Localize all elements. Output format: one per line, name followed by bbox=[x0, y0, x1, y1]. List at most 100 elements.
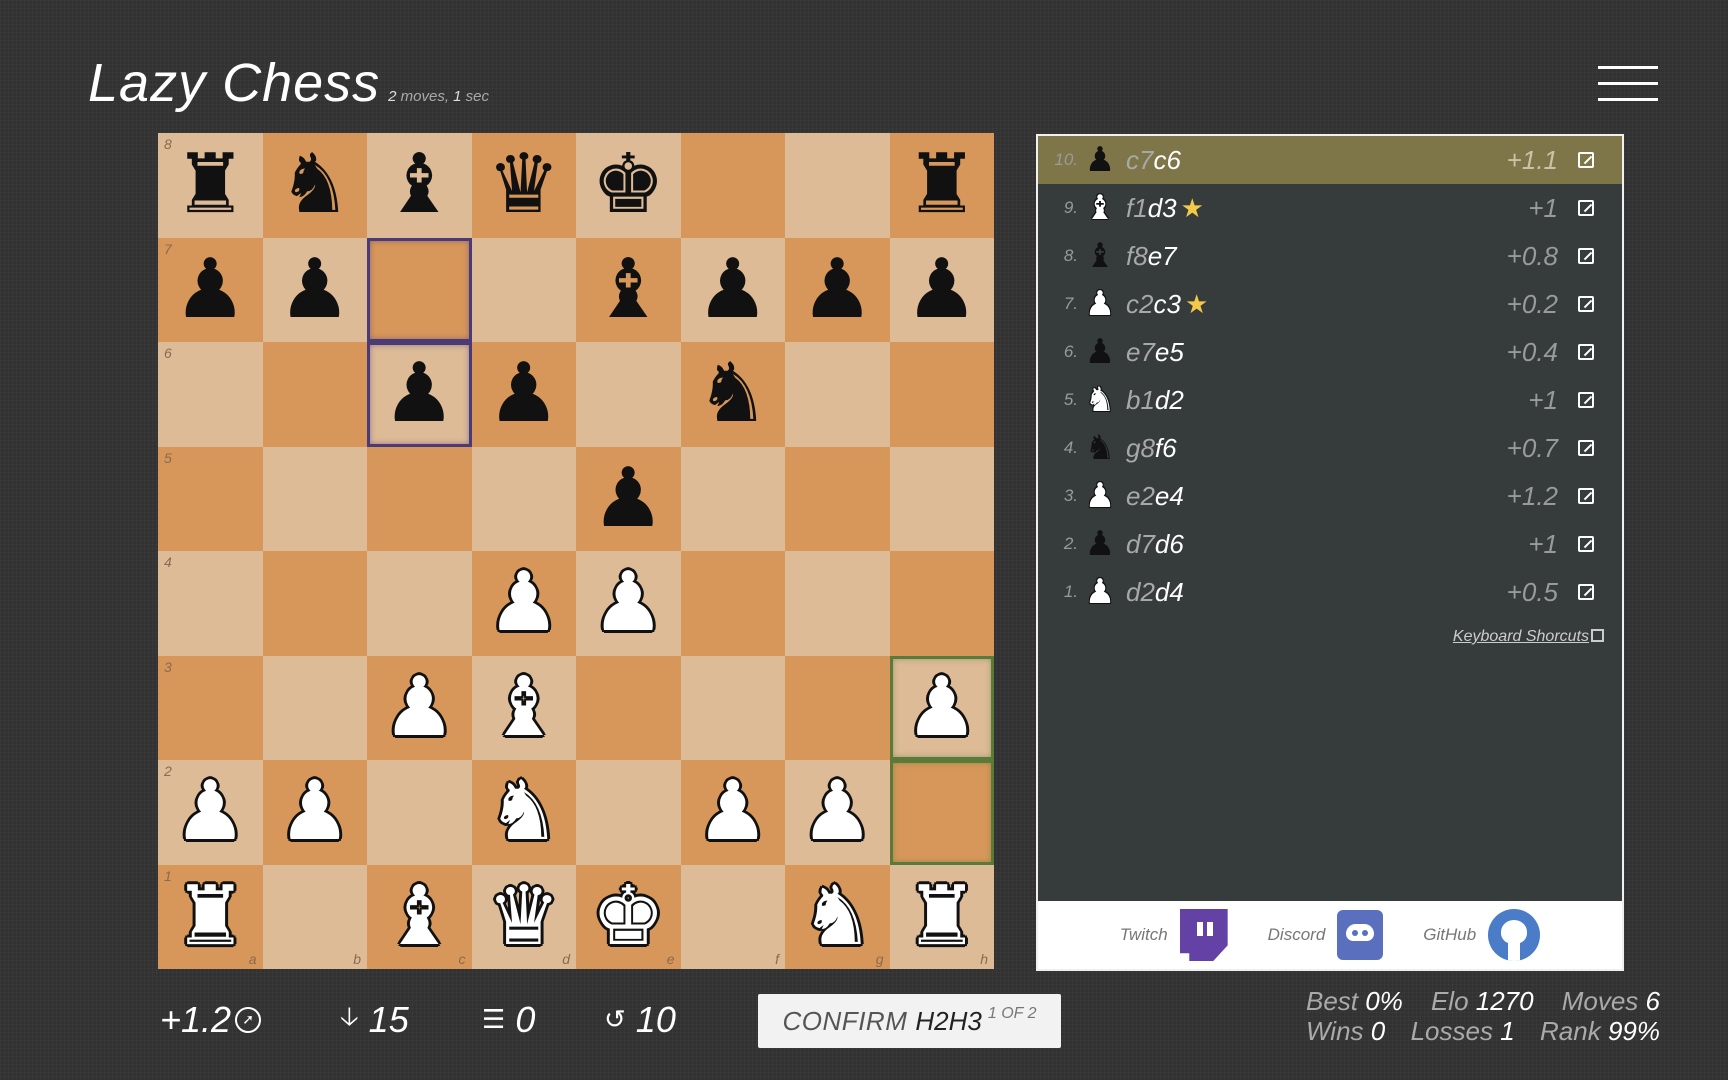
history-stat[interactable]: ↺ 10 bbox=[598, 995, 676, 1045]
white-bishop-icon[interactable]: ♝ bbox=[382, 875, 456, 958]
black-king-icon[interactable]: ♚ bbox=[591, 144, 665, 226]
square-b3[interactable] bbox=[262, 655, 367, 760]
square-c5[interactable] bbox=[367, 446, 472, 551]
black-pawn-icon[interactable]: ♟ bbox=[905, 248, 979, 331]
square-h4[interactable] bbox=[889, 551, 994, 656]
white-rook-icon[interactable]: ♜ bbox=[173, 875, 247, 958]
white-king-icon[interactable]: ♚ bbox=[591, 875, 665, 958]
white-pawn-icon[interactable]: ♟ bbox=[591, 562, 665, 644]
square-c3[interactable]: ♟ bbox=[367, 655, 472, 760]
square-b4[interactable] bbox=[262, 551, 367, 656]
square-h3[interactable]: ♟ bbox=[889, 655, 994, 760]
external-link-icon[interactable] bbox=[1578, 152, 1594, 168]
square-a6[interactable]: 6 bbox=[158, 342, 263, 447]
discord-link[interactable]: Discord bbox=[1268, 910, 1384, 960]
square-g5[interactable] bbox=[785, 446, 890, 551]
square-h2[interactable] bbox=[889, 760, 994, 865]
black-pawn-icon[interactable]: ♟ bbox=[696, 248, 770, 331]
square-d6[interactable]: ♟ bbox=[471, 342, 576, 447]
square-d3[interactable]: ♝ bbox=[471, 655, 576, 760]
square-c6[interactable]: ♟ bbox=[367, 342, 472, 447]
square-h1[interactable]: h ♜ bbox=[889, 864, 994, 969]
move-row[interactable]: 5. ♞ b1 d2 +1 bbox=[1038, 376, 1622, 424]
white-knight-icon[interactable]: ♞ bbox=[800, 875, 874, 958]
square-g2[interactable]: ♟ bbox=[785, 760, 890, 865]
square-d8[interactable]: ♛ bbox=[471, 133, 576, 238]
square-a7[interactable]: 7 ♟ bbox=[158, 237, 263, 342]
square-e6[interactable] bbox=[576, 342, 681, 447]
square-c8[interactable]: ♝ bbox=[367, 133, 472, 238]
square-g8[interactable] bbox=[785, 133, 890, 238]
square-g6[interactable] bbox=[785, 342, 890, 447]
square-a1[interactable]: 1 a ♜ bbox=[158, 864, 263, 969]
black-pawn-icon[interactable]: ♟ bbox=[382, 353, 456, 435]
white-pawn-icon[interactable]: ♟ bbox=[382, 666, 456, 749]
square-g3[interactable] bbox=[785, 655, 890, 760]
white-pawn-icon[interactable]: ♟ bbox=[278, 771, 352, 853]
square-a2[interactable]: 2 ♟ bbox=[158, 760, 263, 865]
square-b5[interactable] bbox=[262, 446, 367, 551]
square-h8[interactable]: ♜ bbox=[889, 133, 994, 238]
square-a3[interactable]: 3 bbox=[158, 655, 263, 760]
black-bishop-icon[interactable]: ♝ bbox=[382, 144, 456, 226]
external-link-icon[interactable] bbox=[1578, 584, 1594, 600]
evaluation-stat[interactable]: +1.2 ➚ bbox=[160, 995, 271, 1045]
square-d5[interactable] bbox=[471, 446, 576, 551]
white-pawn-icon[interactable]: ♟ bbox=[800, 771, 874, 853]
black-pawn-icon[interactable]: ♟ bbox=[173, 248, 247, 331]
move-row[interactable]: 9. ♝ f1 d3 ★ +1 bbox=[1038, 184, 1622, 232]
square-h7[interactable]: ♟ bbox=[889, 237, 994, 342]
square-d4[interactable]: ♟ bbox=[471, 551, 576, 656]
move-row[interactable]: 4. ♞ g8 f6 +0.7 bbox=[1038, 424, 1622, 472]
move-row[interactable]: 8. ♝ f8 e7 +0.8 bbox=[1038, 232, 1622, 280]
external-link-icon[interactable] bbox=[1578, 344, 1594, 360]
external-link-icon[interactable] bbox=[1578, 392, 1594, 408]
square-a4[interactable]: 4 bbox=[158, 551, 263, 656]
square-c4[interactable] bbox=[367, 551, 472, 656]
square-e2[interactable] bbox=[576, 760, 681, 865]
square-b2[interactable]: ♟ bbox=[262, 760, 367, 865]
square-c7[interactable] bbox=[367, 237, 472, 342]
settings-stat[interactable]: ☰ 0 bbox=[476, 995, 535, 1045]
square-f7[interactable]: ♟ bbox=[680, 237, 785, 342]
black-pawn-icon[interactable]: ♟ bbox=[800, 248, 874, 331]
square-f1[interactable]: f bbox=[680, 864, 785, 969]
move-row[interactable]: 1. ♟ d2 d4 +0.5 bbox=[1038, 568, 1622, 616]
white-queen-icon[interactable]: ♛ bbox=[487, 875, 561, 958]
square-d2[interactable]: ♞ bbox=[471, 760, 576, 865]
black-pawn-icon[interactable]: ♟ bbox=[591, 457, 665, 540]
external-link-icon[interactable] bbox=[1578, 536, 1594, 552]
white-pawn-icon[interactable]: ♟ bbox=[696, 771, 770, 853]
hamburger-icon[interactable] bbox=[1598, 64, 1660, 104]
square-f2[interactable]: ♟ bbox=[680, 760, 785, 865]
square-b6[interactable] bbox=[262, 342, 367, 447]
white-knight-icon[interactable]: ♞ bbox=[487, 771, 561, 853]
square-a8[interactable]: 8 ♜ bbox=[158, 133, 263, 238]
confirm-move-button[interactable]: CONFIRM H2H3 1 OF 2 bbox=[758, 994, 1061, 1048]
square-a5[interactable]: 5 bbox=[158, 446, 263, 551]
move-row[interactable]: 3. ♟ e2 e4 +1.2 bbox=[1038, 472, 1622, 520]
square-b1[interactable]: b bbox=[262, 864, 367, 969]
white-rook-icon[interactable]: ♜ bbox=[905, 875, 979, 958]
black-rook-icon[interactable]: ♜ bbox=[173, 144, 247, 226]
keyboard-shortcuts-link[interactable]: Keyboard Shorcuts bbox=[1453, 628, 1604, 646]
white-pawn-icon[interactable]: ♟ bbox=[905, 666, 979, 749]
square-h5[interactable] bbox=[889, 446, 994, 551]
depth-stat[interactable]: 🡣 15 bbox=[334, 995, 409, 1045]
move-row[interactable]: 7. ♟ c2 c3 ★ +0.2 bbox=[1038, 280, 1622, 328]
square-f4[interactable] bbox=[680, 551, 785, 656]
black-knight-icon[interactable]: ♞ bbox=[696, 353, 770, 435]
black-bishop-icon[interactable]: ♝ bbox=[591, 248, 665, 331]
black-rook-icon[interactable]: ♜ bbox=[905, 144, 979, 226]
square-d1[interactable]: d ♛ bbox=[471, 864, 576, 969]
square-f5[interactable] bbox=[680, 446, 785, 551]
move-row[interactable]: 10. ♟ c7 c6 +1.1 bbox=[1038, 136, 1622, 184]
white-pawn-icon[interactable]: ♟ bbox=[173, 771, 247, 853]
square-e1[interactable]: e ♚ bbox=[576, 864, 681, 969]
square-d7[interactable] bbox=[471, 237, 576, 342]
black-pawn-icon[interactable]: ♟ bbox=[487, 353, 561, 435]
square-c2[interactable] bbox=[367, 760, 472, 865]
square-e7[interactable]: ♝ bbox=[576, 237, 681, 342]
black-knight-icon[interactable]: ♞ bbox=[278, 144, 352, 226]
black-queen-icon[interactable]: ♛ bbox=[487, 144, 561, 226]
